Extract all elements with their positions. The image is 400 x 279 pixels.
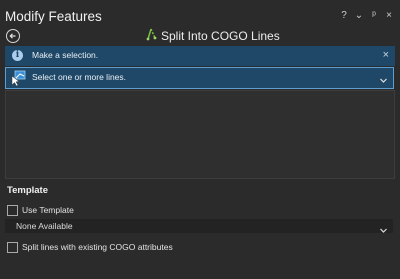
selection-dropdown[interactable]: Select one or more lines.: [5, 67, 394, 89]
select-lines-icon[interactable]: [11, 70, 27, 91]
close-icon[interactable]: ×: [384, 10, 394, 22]
help-icon[interactable]: ?: [339, 10, 349, 22]
tool-header: Split Into COGO Lines: [146, 27, 280, 44]
template-heading: Template: [7, 185, 49, 196]
title-bar-controls: ? ⌄ ᵖ ×: [339, 10, 394, 22]
template-dropdown-value: None Available: [16, 221, 73, 231]
split-lines-label[interactable]: Split lines with existing COGO attribute…: [22, 242, 173, 252]
split-lines-checkbox[interactable]: [7, 242, 18, 253]
back-arrow-icon[interactable]: [6, 29, 20, 43]
cogo-split-icon: [146, 27, 158, 44]
menu-icon[interactable]: ⌄: [354, 10, 364, 22]
message-bar: i Make a selection. ×: [5, 46, 395, 66]
chevron-down-icon[interactable]: [379, 222, 388, 240]
template-dropdown[interactable]: None Available: [5, 219, 393, 233]
selection-text: Select one or more lines.: [32, 72, 127, 82]
pane-title: Modify Features: [5, 9, 102, 24]
close-message-icon[interactable]: ×: [383, 49, 389, 61]
info-icon: i: [12, 50, 23, 61]
pin-icon[interactable]: ᵖ: [369, 10, 379, 22]
chevron-down-icon[interactable]: [379, 72, 388, 90]
use-template-label[interactable]: Use Template: [22, 205, 74, 215]
message-text: Make a selection.: [32, 50, 99, 60]
tool-title: Split Into COGO Lines: [161, 28, 280, 43]
selection-list[interactable]: [5, 90, 395, 179]
use-template-checkbox[interactable]: [7, 205, 18, 216]
